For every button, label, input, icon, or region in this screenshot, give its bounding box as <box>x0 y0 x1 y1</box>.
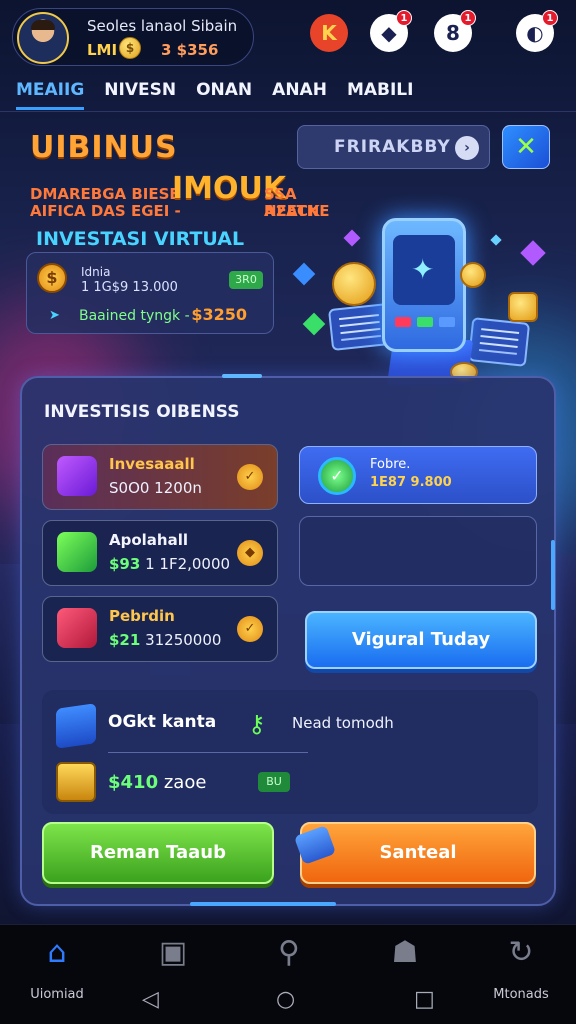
recent-apps-icon[interactable]: □ <box>414 987 435 1012</box>
balance-label: Baained tyngk - <box>79 308 190 324</box>
chevron-right-icon: › <box>455 136 479 160</box>
phone-button <box>395 317 411 327</box>
promo-banner: DMAREBGA BIESE AIFICA DAS EGEI - IMOUK S… <box>30 174 330 220</box>
investment-card[interactable]: Pebrdin $21 31250000 ✓ <box>42 596 278 662</box>
filter-label: FRIRAKBBY <box>334 137 451 157</box>
status-value: 1E87 9.800 <box>370 475 452 490</box>
box-icon <box>57 608 97 648</box>
scrollbar[interactable] <box>551 540 555 610</box>
headset-notification-icon[interactable]: ◐ 1 <box>516 10 558 52</box>
tab-anah[interactable]: ANAH <box>272 76 327 110</box>
target-notification-icon[interactable]: 81 <box>434 10 476 52</box>
top-header: Seoles lanaol Sibain LMI $ 3 $356 K ◆ 1 8… <box>0 0 576 80</box>
back-icon[interactable]: ◁ <box>142 987 159 1012</box>
check-icon[interactable]: ✓ <box>237 464 263 490</box>
tab-onan[interactable]: ONAN <box>196 76 252 110</box>
tab-mabili[interactable]: MABILI <box>347 76 414 110</box>
logo-icon: ✦ <box>411 253 435 286</box>
avatar[interactable] <box>17 12 69 64</box>
nav-label: Uiomiad <box>30 987 84 1002</box>
notification-badge: 1 <box>460 10 476 26</box>
promo-tail-2: A2ATNE <box>264 202 330 220</box>
summary-section: OGkt kanta ⚷ Nead tomodh $410 zaoe BU <box>42 690 538 814</box>
profile-balance: 3 $356 <box>161 41 219 59</box>
status-title: Fobre. <box>370 457 411 472</box>
cube-icon <box>57 532 97 572</box>
reward-icon[interactable]: K <box>310 14 348 52</box>
panel-handle <box>190 902 336 906</box>
balance-value: $3250 <box>191 305 247 324</box>
nav-home[interactable]: ⌂ Uiomiad <box>12 935 102 1005</box>
profile-name: Seoles lanaol Sibain <box>87 17 238 35</box>
home-icon: ⌂ <box>47 935 67 970</box>
divider <box>108 752 308 753</box>
summary-label-secondary: Nead tomodh <box>292 714 394 732</box>
arrow-icon: ➤ <box>49 308 60 323</box>
investment-card[interactable]: Apolahall $93 1 1F2,0000 ◆ <box>42 520 278 586</box>
page-title: UIBINUS <box>30 130 178 165</box>
stat-label: Idnia <box>81 265 111 279</box>
crystal-icon <box>57 456 97 496</box>
coin-icon <box>460 262 486 288</box>
category-tabs: MEAIIG NIVESN ONAN ANAH MABILI <box>0 76 576 112</box>
cube-icon <box>56 703 96 749</box>
panel-title: INVESTISIS OIBENSS <box>44 402 240 422</box>
gold-block-icon <box>508 292 538 322</box>
investment-value: S0O0 1200n <box>109 479 202 497</box>
check-circle-icon: ✓ <box>318 457 356 495</box>
investment-card[interactable]: Invesaaall S0O0 1200n ✓ <box>42 444 278 510</box>
phone-icon: ✦ <box>382 218 466 352</box>
investment-name: Apolahall <box>109 531 188 549</box>
notification-badge: 1 <box>396 10 412 26</box>
filter-dropdown[interactable]: FRIRAKBBY › <box>297 125 490 169</box>
portfolio-icon: ▣ <box>158 935 188 970</box>
coin-icon: $ <box>119 37 141 59</box>
tab-nivesn[interactable]: NIVESN <box>104 76 176 110</box>
status-card[interactable]: ✓ Fobre. 1E87 9.800 <box>299 446 537 504</box>
amount-tag: BU <box>258 772 290 792</box>
history-icon: ↻ <box>508 935 534 970</box>
summary-label: OGkt kanta <box>108 712 217 732</box>
nav-history[interactable]: ↻ Mtonads <box>476 935 566 1005</box>
gold-bars-icon <box>56 762 96 802</box>
investment-name: Pebrdin <box>109 607 175 625</box>
chart-screen-icon <box>467 317 531 367</box>
investment-value: $21 31250000 <box>109 631 222 649</box>
shield-notification-icon[interactable]: ◆ 1 <box>370 10 412 52</box>
notification-badge: 1 <box>542 10 558 26</box>
stat-value: 1 1G$9 13.000 <box>81 280 178 295</box>
people-icon: ☗ <box>391 935 419 970</box>
stats-card: $ Idnia 1 1G$9 13.000 3R0 ➤ Baained tyng… <box>26 252 274 334</box>
summary-amount: $410 zaoe <box>108 772 207 793</box>
empty-slot[interactable] <box>299 516 537 586</box>
profile-level: LMI <box>87 41 118 59</box>
nav-community[interactable]: ☗ <box>360 935 450 1005</box>
panel-indicator <box>222 374 262 378</box>
orange-action-button[interactable]: Santeal <box>300 822 536 884</box>
home-circle-icon[interactable]: ○ <box>276 987 295 1012</box>
investment-value: $93 1 1F2,0000 <box>109 555 231 573</box>
key-icon: ⚷ <box>248 710 266 738</box>
investment-name: Invesaaall <box>109 455 195 473</box>
shield-icon[interactable]: ◆ <box>237 540 263 566</box>
close-icon[interactable]: ✕ <box>502 125 550 169</box>
bottom-navigation: ⌂ Uiomiad ▣ ⚲ ☗ ↻ Mtonads ◁ ○ □ <box>0 924 576 1024</box>
coin-icon <box>332 262 376 306</box>
search-icon: ⚲ <box>278 935 300 970</box>
green-action-button[interactable]: Reman Taaub <box>42 822 274 884</box>
section-subtitle: INVESTASI VIRTUAL <box>36 228 245 250</box>
phone-button <box>417 317 433 327</box>
coin-icon: $ <box>37 263 67 293</box>
investment-panel: INVESTISIS OIBENSS Invesaaall S0O0 1200n… <box>20 374 556 906</box>
phone-button <box>439 317 455 327</box>
stat-pill: 3R0 <box>229 271 263 289</box>
check-icon[interactable]: ✓ <box>237 616 263 642</box>
nav-label: Mtonads <box>493 987 549 1002</box>
tab-meaiig[interactable]: MEAIIG <box>16 76 85 110</box>
virtual-today-button[interactable]: Vigural Tuday <box>305 611 537 669</box>
profile-card[interactable]: Seoles lanaol Sibain LMI $ 3 $356 <box>12 8 254 66</box>
